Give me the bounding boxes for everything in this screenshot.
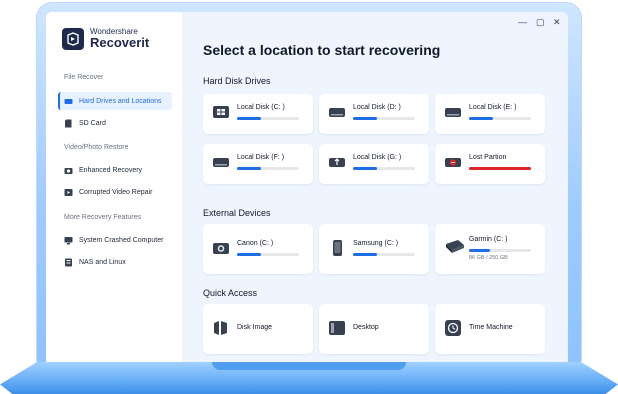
usage-fill [353,167,377,170]
sd-card-icon [64,119,73,128]
close-button[interactable]: ✕ [553,17,561,28]
quick-card-time-machine[interactable]: Time Machine [435,304,545,354]
sidebar-item-corrupted-video[interactable]: Corrupted Video Repair [58,183,172,201]
section-file-recover: File Recover [64,74,104,81]
camera-icon [64,166,73,175]
quick-name: Disk Image [237,324,273,331]
section-video-photo: Video/Photo Restore [64,144,129,151]
device-capacity: 86 GB / 250 GB [469,255,508,261]
sidebar-item-label: System Crashed Computer [79,236,164,244]
usage-fill [237,167,261,170]
quick-card-disk-image[interactable]: Disk Image [203,304,313,354]
sidebar-item-label: NAS and Linux [79,258,126,266]
minimize-button[interactable]: — [518,17,527,27]
usage-fill [469,167,531,170]
device-card-canon[interactable]: Canon (C: ) [203,224,313,274]
drive-usage-bar [237,117,299,120]
drive-usage-bar [469,117,531,120]
heading-quick-access: Quick Access [203,288,258,298]
device-name: Samsung (C: ) [353,240,399,247]
drive-usage-bar [469,167,531,170]
usage-fill [237,253,261,256]
page-title: Select a location to start recovering [203,42,441,58]
external-drive-icon [445,238,465,254]
drive-name: Local Disk (F: ) [237,154,285,161]
recoverit-logo-icon [62,27,84,50]
sidebar-item-nas-linux[interactable]: NAS and Linux [58,253,172,271]
lost-partition-icon [445,154,461,170]
monitor-icon [64,236,73,245]
drive-card-lost-partition[interactable]: Lost Partion [435,144,545,184]
quick-name: Desktop [353,324,379,331]
device-card-garmin[interactable]: Garmin (C: ) 86 GB / 250 GB [435,224,545,274]
sidebar-item-system-crashed[interactable]: System Crashed Computer [58,231,172,249]
device-name: Garmin (C: ) [469,236,508,243]
windows-disk-icon [213,104,229,120]
usage-fill [469,117,493,120]
device-card-samsung[interactable]: Samsung (C: ) [319,224,429,274]
drive-card-d[interactable]: Local Disk (D: ) [319,94,429,134]
usage-fill [353,117,377,120]
heading-hard-disks: Hard Disk Drives [203,76,271,86]
device-usage-bar [237,253,299,256]
maximize-button[interactable]: ▢ [536,17,545,28]
drive-card-g[interactable]: Local Disk (G: ) [319,144,429,184]
heading-external-devices: External Devices [203,208,271,218]
drive-name: Local Disk (C: ) [237,104,285,111]
desktop-icon [329,320,345,336]
sidebar-item-label: Corrupted Video Repair [79,188,153,196]
drive-card-c[interactable]: Local Disk (C: ) [203,94,313,134]
disk-image-icon [213,320,229,336]
sidebar-item-enhanced-recovery[interactable]: Enhanced Recovery [58,161,172,179]
usage-fill [237,117,261,120]
sidebar-item-label: Enhanced Recovery [79,166,143,174]
device-usage-bar [469,249,531,252]
disk-icon [329,104,345,120]
hard-drive-icon [64,97,73,106]
drive-name: Local Disk (E: ) [469,104,517,111]
drive-name: Lost Partion [469,154,507,161]
quick-card-desktop[interactable]: Desktop [319,304,429,354]
sidebar-item-label: SD Card [79,119,106,127]
drive-usage-bar [353,167,415,170]
drive-usage-bar [353,117,415,120]
drive-name: Local Disk (D: ) [353,104,401,111]
nas-icon [64,258,73,267]
app-window: Wondershare Recoverit File Recover Hard … [46,12,568,362]
disk-icon [213,154,229,170]
brand-line2: Recoverit [90,35,150,50]
drive-usage-bar [237,167,299,170]
time-machine-icon [445,320,461,336]
laptop-notch [212,362,406,370]
sidebar-item-sd-card[interactable]: SD Card [58,114,172,132]
sidebar-item-hard-drives[interactable]: Hard Drives and Locations [58,92,172,110]
usb-disk-icon [329,154,345,170]
quick-name: Time Machine [469,324,513,331]
device-name: Canon (C: ) [237,240,274,247]
video-repair-icon [64,188,73,197]
drive-card-e[interactable]: Local Disk (E: ) [435,94,545,134]
disk-icon [445,104,461,120]
device-usage-bar [353,253,415,256]
sidebar-item-label: Hard Drives and Locations [79,97,162,105]
camera-device-icon [213,240,229,256]
sidebar: Wondershare Recoverit File Recover Hard … [46,12,182,362]
section-more-features: More Recovery Features [64,214,142,221]
usage-fill [469,249,491,252]
app-logo: Wondershare Recoverit [62,27,149,50]
drive-name: Local Disk (G: ) [353,154,402,161]
phone-icon [329,240,345,256]
drive-card-f[interactable]: Local Disk (F: ) [203,144,313,184]
usage-fill [353,253,377,256]
